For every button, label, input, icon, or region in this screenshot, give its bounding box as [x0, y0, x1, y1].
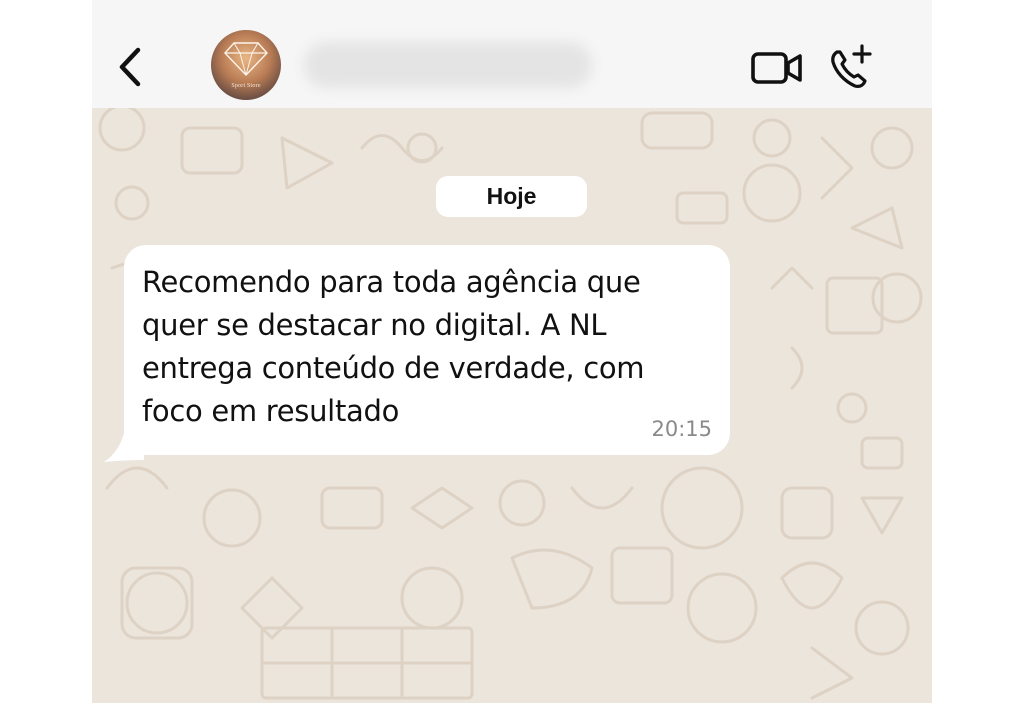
contact-name[interactable] [304, 42, 592, 88]
avatar[interactable]: Sport Store [211, 30, 281, 100]
chat-area[interactable]: Hoje Recomendo para toda agência que que… [92, 108, 932, 703]
voice-call-button[interactable] [826, 42, 876, 92]
message-timestamp: 20:15 [651, 417, 712, 441]
message-bubble[interactable]: Recomendo para toda agência que quer se … [124, 245, 730, 455]
chat-screen: Sport Store Hoje Recomendo para toda agê… [92, 0, 932, 703]
date-separator: Hoje [436, 176, 587, 217]
chevron-left-icon [119, 47, 141, 87]
message-text: Recomendo para toda agência que quer se … [142, 265, 645, 428]
avatar-caption: Sport Store [231, 83, 261, 89]
phone-plus-icon [831, 44, 872, 88]
video-camera-icon [751, 52, 802, 84]
diamond-logo-icon [224, 42, 268, 77]
video-call-button[interactable] [750, 48, 804, 88]
chat-header: Sport Store [92, 0, 932, 108]
back-button[interactable] [110, 44, 150, 90]
